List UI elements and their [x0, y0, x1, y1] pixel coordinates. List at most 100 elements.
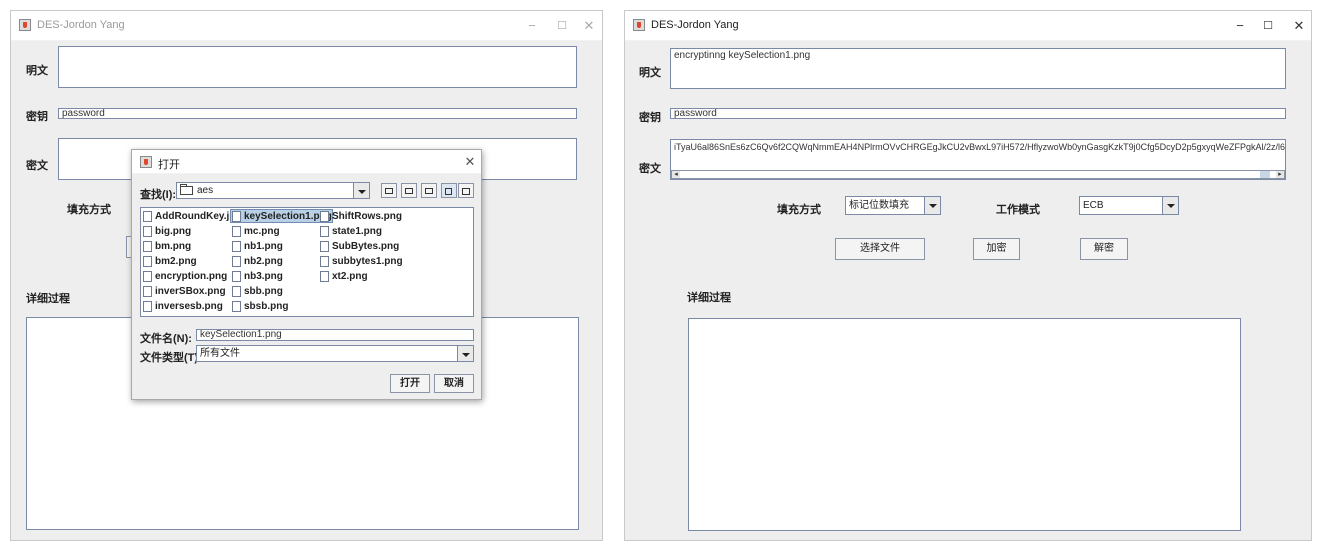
mode-label: 工作模式	[996, 204, 1040, 216]
key-input[interactable]: password	[58, 108, 577, 119]
mode-value: ECB	[1083, 200, 1104, 211]
file-item[interactable]: SubBytes.png	[319, 240, 399, 254]
ciphertext-value: iTyaU6al86SnEs6zC6Qv6f2CQWqNmmEAH4NPlrmO…	[674, 142, 1286, 152]
new-folder-icon[interactable]	[421, 183, 437, 198]
filetype-label: 文件类型(T):	[140, 352, 202, 364]
java-app-icon	[633, 19, 645, 31]
file-icon	[320, 271, 329, 282]
padding-label: 填充方式	[67, 204, 111, 216]
file-icon	[320, 226, 329, 237]
file-item-selected[interactable]: keySelection1.png	[230, 209, 333, 223]
file-item[interactable]: bm.png	[142, 240, 191, 254]
file-icon	[143, 286, 152, 297]
open-file-dialog: 打开 ✕ 查找(I): aes AddRoundKey.jpg big.png …	[131, 149, 482, 400]
padding-select[interactable]: 标记位数填充	[845, 196, 941, 215]
scroll-left-icon[interactable]: ◂	[672, 171, 680, 178]
file-icon	[232, 256, 241, 267]
ciphertext-label: 密文	[639, 163, 661, 175]
file-icon	[143, 211, 152, 222]
file-icon	[232, 211, 241, 222]
padding-label: 填充方式	[777, 204, 821, 216]
java-app-icon	[19, 19, 31, 31]
file-item[interactable]: mc.png	[231, 225, 280, 239]
chevron-down-icon[interactable]	[1162, 197, 1178, 214]
right-title-bar[interactable]: DES-Jordon Yang − ☐ ✕	[625, 11, 1311, 41]
padding-value: 标记位数填充	[849, 200, 909, 211]
file-item[interactable]: subbytes1.png	[319, 255, 403, 269]
folder-icon	[180, 184, 193, 195]
file-item[interactable]: inverSBox.png	[142, 285, 226, 299]
plaintext-input[interactable]	[58, 46, 577, 88]
plaintext-label: 明文	[639, 67, 661, 79]
decrypt-button[interactable]: 解密	[1080, 238, 1128, 260]
cancel-button[interactable]: 取消	[434, 374, 474, 393]
detail-label: 详细过程	[687, 292, 731, 304]
scroll-thumb[interactable]	[1260, 171, 1270, 178]
file-item[interactable]: state1.png	[319, 225, 382, 239]
scroll-right-icon[interactable]: ▸	[1276, 171, 1284, 178]
maximize-icon[interactable]: ☐	[1258, 17, 1278, 35]
close-icon[interactable]: ✕	[579, 17, 599, 35]
file-icon	[143, 301, 152, 312]
file-icon	[143, 271, 152, 282]
file-item[interactable]: sbb.png	[231, 285, 283, 299]
close-icon[interactable]: ✕	[1289, 17, 1309, 35]
filetype-value: 所有文件	[200, 348, 240, 359]
detail-label: 详细过程	[26, 293, 70, 305]
file-icon	[232, 301, 241, 312]
filename-input[interactable]: keySelection1.png	[196, 329, 474, 341]
file-item[interactable]: sbsb.png	[231, 300, 288, 314]
file-icon	[320, 241, 329, 252]
ciphertext-horizontal-scrollbar[interactable]: ◂ ▸	[671, 170, 1285, 179]
file-icon	[320, 211, 329, 222]
file-item[interactable]: AddRoundKey.jpg	[142, 210, 241, 224]
file-icon	[232, 271, 241, 282]
plaintext-label: 明文	[26, 65, 48, 77]
ciphertext-label: 密文	[26, 160, 48, 172]
file-item[interactable]: xt2.png	[319, 270, 368, 284]
detail-output[interactable]	[688, 318, 1241, 531]
file-item[interactable]: nb3.png	[231, 270, 283, 284]
minimize-icon[interactable]: −	[522, 17, 542, 35]
file-item[interactable]: ShiftRows.png	[319, 210, 402, 224]
plaintext-input[interactable]: encryptinng keySelection1.png	[670, 48, 1286, 89]
home-folder-icon[interactable]	[401, 183, 417, 198]
filetype-select[interactable]: 所有文件	[196, 345, 474, 362]
file-icon	[320, 256, 329, 267]
file-item[interactable]: nb1.png	[231, 240, 283, 254]
file-item[interactable]: big.png	[142, 225, 191, 239]
mode-select[interactable]: ECB	[1079, 196, 1179, 215]
look-in-label: 查找(I):	[140, 189, 177, 201]
list-view-icon[interactable]	[441, 183, 457, 198]
details-view-icon[interactable]	[458, 183, 474, 198]
file-item[interactable]: encryption.png	[142, 270, 227, 284]
dialog-title-bar[interactable]: 打开 ✕	[132, 150, 481, 174]
chevron-down-icon[interactable]	[924, 197, 940, 214]
file-item[interactable]: nb2.png	[231, 255, 283, 269]
open-button[interactable]: 打开	[390, 374, 430, 393]
minimize-icon[interactable]: −	[1230, 17, 1250, 35]
right-app-window: DES-Jordon Yang − ☐ ✕ 明文 encryptinng key…	[624, 10, 1312, 541]
file-list[interactable]: AddRoundKey.jpg big.png bm.png bm2.png e…	[140, 207, 474, 317]
file-icon	[143, 256, 152, 267]
chevron-down-icon[interactable]	[353, 183, 369, 198]
left-title-bar[interactable]: DES-Jordon Yang − ☐ ✕	[11, 11, 602, 41]
java-app-icon	[140, 156, 152, 168]
choose-file-button[interactable]: 选择文件	[835, 238, 925, 260]
filename-label: 文件名(N):	[140, 333, 192, 345]
key-label: 密钥	[639, 112, 661, 124]
maximize-icon[interactable]: ☐	[552, 17, 572, 35]
look-in-value: aes	[197, 185, 214, 196]
ciphertext-output[interactable]: iTyaU6al86SnEs6zC6Qv6f2CQWqNmmEAH4NPlrmO…	[670, 139, 1286, 180]
close-icon[interactable]: ✕	[460, 153, 480, 171]
file-icon	[232, 241, 241, 252]
key-input[interactable]: password	[670, 108, 1286, 119]
file-item[interactable]: inversesb.png	[142, 300, 223, 314]
up-folder-icon[interactable]	[381, 183, 397, 198]
file-icon	[232, 286, 241, 297]
file-item[interactable]: bm2.png	[142, 255, 197, 269]
encrypt-button[interactable]: 加密	[973, 238, 1020, 260]
look-in-select[interactable]: aes	[176, 182, 370, 199]
chevron-down-icon[interactable]	[457, 346, 473, 361]
dialog-title: 打开	[158, 159, 180, 171]
